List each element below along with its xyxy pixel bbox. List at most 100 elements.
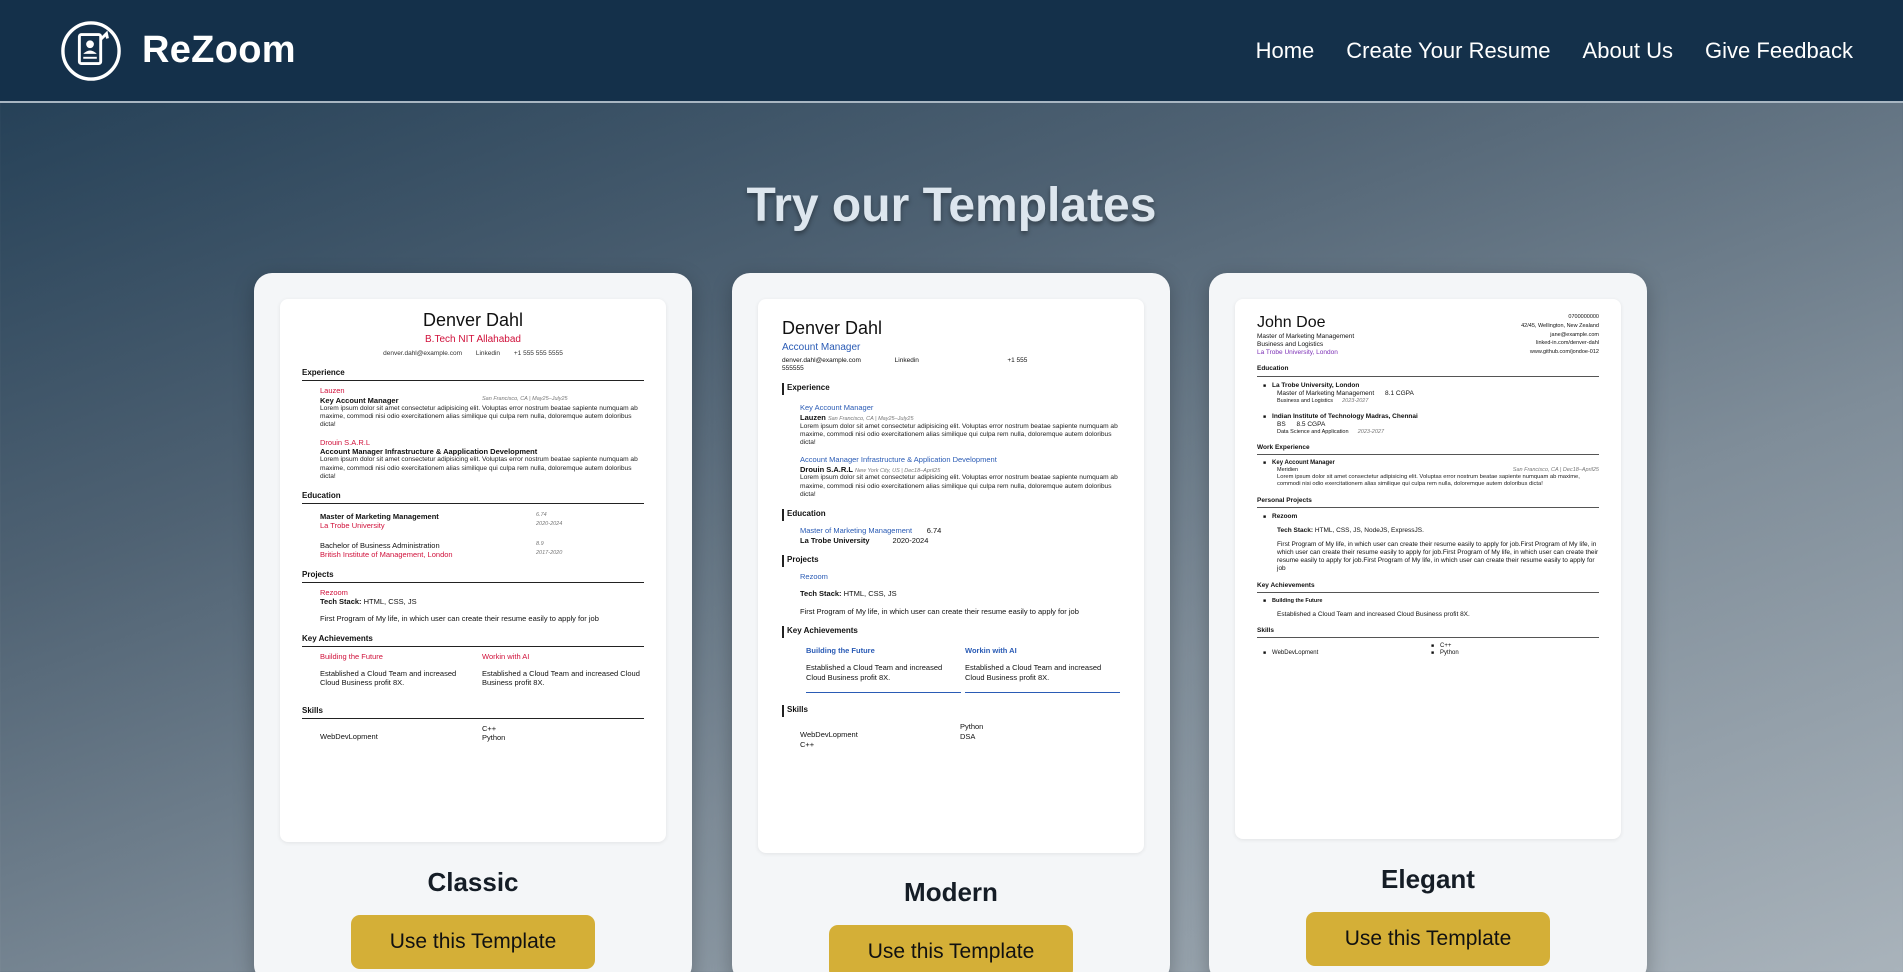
resume-skill: C++ [1431, 643, 1599, 651]
resume-edu-score: 8.9 [536, 540, 544, 547]
resume-role-title: Account Manager [782, 341, 861, 353]
resume-project-desc: First Program of My life, in which user … [800, 606, 1079, 616]
use-template-button-classic[interactable]: Use this Template [351, 915, 595, 969]
resume-edu-row: La Trobe University 2020-2024 [800, 536, 1120, 545]
navbar: ReZoom Home Create Your Resume About Us … [0, 0, 1903, 103]
resume-achievements: Building the Future Established a Cloud … [782, 646, 1120, 694]
resume-company: Meridien [1277, 467, 1299, 474]
template-card-classic: Denver Dahl B.Tech NIT Allahabad denver.… [254, 273, 692, 972]
nav-links: Home Create Your Resume About Us Give Fe… [1256, 38, 1853, 64]
resume-tech-label: Tech Stack: [320, 596, 362, 606]
resume-section-title: Education [302, 491, 644, 505]
resume-name: Denver Dahl [782, 318, 883, 338]
resume-linkedin: linked-in.com/denver-dahl [1536, 340, 1599, 347]
resume-linkedin: Linkedin [894, 357, 919, 364]
resume-edu-years: 2017-2020 [536, 550, 563, 557]
resume-experience-item: Drouin S.A.R.L Account Manager Infrastru… [302, 438, 644, 481]
resume-edu-years: 2020-2024 [536, 521, 563, 528]
resume-role: Key Account Manager [320, 395, 399, 405]
resume-edu-degree: BS [1277, 420, 1286, 428]
resume-logo-icon [61, 20, 121, 81]
resume-skill-col: Python DSA [960, 722, 1120, 749]
resume-edu-row: British Institute of Management, London … [320, 550, 644, 559]
brand[interactable]: ReZoom [60, 20, 296, 82]
resume-edu-row: Bachelor of Business Administration 8.9 [320, 541, 644, 550]
resume-company-row: Drouin S.A.R.L New York City, US | Dec18… [800, 465, 1120, 475]
resume-edu-years: 2020-2024 [892, 535, 929, 545]
resume-linkedin: Linkedin [475, 350, 501, 357]
resume-description: Lorem ipsum dolor sit amet consectetur a… [320, 456, 638, 480]
resume-education-item: Indian Institute of Technology Madras, C… [1257, 413, 1599, 436]
resume-edu-school: La Trobe University [800, 535, 870, 545]
resume-tech-value: HTML, CSS, JS [363, 596, 417, 606]
resume-education-item: Master of Marketing Management 6.74 La T… [302, 512, 644, 531]
resume-achievement: Workin with AI Established a Cloud Team … [482, 652, 644, 688]
resume-github: www.github.com/jondoe-012 [1529, 349, 1599, 356]
resume-phone: +1 555 [1007, 357, 1028, 364]
resume-section-title: Education [782, 509, 1120, 522]
nav-create-resume[interactable]: Create Your Resume [1346, 38, 1550, 64]
resume-description: Lorem ipsum dolor sit amet consectetur a… [800, 422, 1118, 446]
resume-edu-school: La Trobe University [320, 521, 385, 531]
resume-description: Lorem ipsum dolor sit amet consectetur a… [320, 404, 638, 429]
resume-achievement-title: Building the Future [320, 651, 383, 661]
resume-edu-school: Indian Institute of Technology Madras, C… [1263, 413, 1599, 421]
resume-edu-years: 2023-2027 [1342, 397, 1369, 404]
resume-email: denver.dahl@example.com [782, 357, 861, 364]
nav-home[interactable]: Home [1256, 38, 1315, 64]
nav-about-us[interactable]: About Us [1583, 38, 1674, 64]
resume-edu-score: 6.74 [536, 512, 547, 519]
resume-achievement: Building the Future Established a Cloud … [1257, 598, 1599, 619]
resume-section-title: Key Achievements [1257, 582, 1599, 593]
resume-edu-degree: Master of Marketing Management [1277, 389, 1375, 397]
resume-achievement-desc: Established a Cloud Team and increased C… [482, 669, 640, 688]
resume-achievement: Building the Future Established a Cloud … [320, 652, 482, 688]
resume-project-desc: First Program of My life, in which user … [1277, 541, 1599, 573]
template-card-elegant: John Doe Master of Marketing Management … [1209, 273, 1647, 972]
resume-experience-item: Account Manager Infrastructure & Applica… [782, 455, 1120, 499]
nav-give-feedback[interactable]: Give Feedback [1705, 38, 1853, 64]
resume-role: Account Manager Infrastructure & Aapplic… [320, 446, 538, 456]
resume-email: jane@example.com [1550, 331, 1599, 338]
resume-tech-stack: Tech Stack: HTML, CSS, JS [320, 597, 644, 606]
resume-section-title: Key Achievements [782, 626, 1120, 639]
resume-education-item: Master of Marketing Management 6.74 La T… [782, 526, 1120, 545]
template-card-modern: Denver Dahl Account Manager denver.dahl@… [732, 273, 1170, 972]
resume-edu-score: 8.1 CGPA [1385, 389, 1414, 397]
template-preview-elegant[interactable]: John Doe Master of Marketing Management … [1235, 299, 1621, 839]
resume-section-title: Projects [302, 570, 644, 583]
resume-edu-field: Data Science and Application [1277, 428, 1349, 435]
resume-skill: C++ [482, 723, 497, 733]
template-preview-classic[interactable]: Denver Dahl B.Tech NIT Allahabad denver.… [280, 299, 666, 842]
resume-achievement-title: Workin with AI [965, 646, 1017, 656]
resume-section-title: Experience [782, 383, 1120, 396]
resume-skill-col: WebDevLopment C++ [800, 722, 960, 749]
resume-achievement-title: Building the Future [806, 646, 875, 656]
resume-address: 42/45, Wellington, New Zealand [1521, 322, 1599, 329]
resume-skill: Python [1431, 650, 1599, 658]
resume-location: New York City, US | Dec18–April25 [855, 467, 941, 474]
resume-tech-label: Tech Stack: [1277, 526, 1314, 534]
resume-header: John Doe Master of Marketing Management … [1257, 313, 1599, 357]
resume-tech-value: HTML, CSS, JS [843, 589, 897, 599]
resume-edu-row: Master of Marketing Management 6.74 [800, 526, 1120, 535]
use-template-button-elegant[interactable]: Use this Template [1306, 912, 1550, 966]
resume-skill: DSA [960, 731, 976, 741]
resume-project-item: Rezoom Tech Stack: HTML, CSS, JS First P… [302, 588, 644, 624]
template-name: Modern [904, 877, 998, 907]
resume-achievement-desc: Established a Cloud Team and increased C… [965, 663, 1102, 682]
resume-edu-school: British Institute of Management, London [320, 550, 453, 560]
resume-name: John Doe [1257, 314, 1326, 331]
resume-skills: WebDevLopment C++ Python [302, 724, 644, 743]
use-template-button-modern[interactable]: Use this Template [829, 925, 1073, 972]
resume-skills: WebDevLopment C++ Python DSA [782, 722, 1120, 749]
resume-location: San Francisco, CA | May25–July25 [482, 395, 568, 402]
resume-edu-field: Business and Logistics [1277, 397, 1333, 404]
resume-section-title: Projects [782, 554, 1120, 567]
resume-location: San Francisco, CA | Dec18–April25 [1512, 467, 1599, 474]
resume-company: Lauzen [800, 412, 826, 422]
template-preview-modern[interactable]: Denver Dahl Account Manager denver.dahl@… [758, 299, 1144, 853]
resume-header-right: 0700000000 42/45, Wellington, New Zealan… [1428, 313, 1599, 357]
resume-edu-row: Business and Logistics 2023-2027 [1263, 398, 1599, 405]
template-name: Classic [427, 867, 519, 897]
